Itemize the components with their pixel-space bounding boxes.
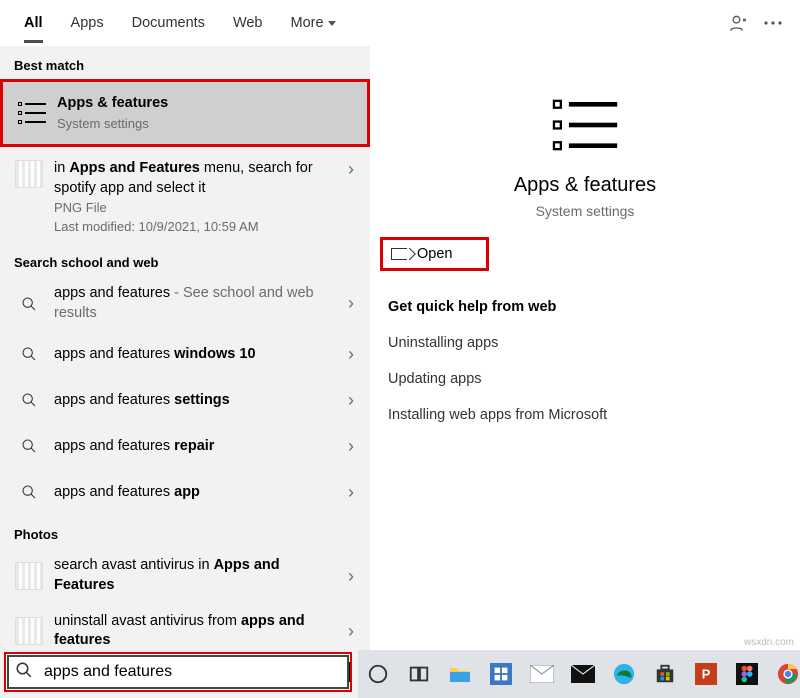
search-icon	[14, 431, 44, 461]
feedback-icon[interactable]	[722, 6, 756, 40]
quick-help-link-2[interactable]: Installing web apps from Microsoft	[380, 397, 790, 433]
search-icon	[6, 661, 42, 684]
tab-apps[interactable]: Apps	[57, 2, 118, 43]
file-result-title: in Apps and Features menu, search for sp…	[54, 159, 342, 198]
tab-documents[interactable]: Documents	[118, 2, 219, 43]
watermark: wsxdn.com	[744, 637, 794, 648]
chevron-right-icon[interactable]: ›	[342, 566, 360, 587]
more-options-icon[interactable]	[756, 6, 790, 40]
edge-icon[interactable]	[611, 661, 636, 687]
results-panel: Best match Apps & features System settin…	[0, 46, 370, 698]
section-best-match: Best match	[0, 46, 370, 79]
png-thumbnail-icon	[14, 159, 44, 189]
open-label: Open	[417, 246, 452, 262]
chevron-right-icon[interactable]: ›	[342, 390, 360, 411]
preview-apps-features-icon	[540, 90, 630, 160]
section-photos: Photos	[0, 515, 370, 548]
best-match-title: Apps & features	[57, 94, 357, 114]
preview-panel: Apps & features System settings Open Get…	[370, 46, 800, 698]
search-icon	[14, 385, 44, 415]
web-result-text: apps and features - See school and web r…	[54, 284, 342, 323]
search-icon	[14, 289, 44, 319]
web-result-0[interactable]: apps and features - See school and web r…	[0, 276, 370, 331]
mail-black-icon[interactable]	[571, 661, 596, 687]
chevron-right-icon[interactable]: ›	[342, 621, 360, 642]
text-caret	[349, 662, 350, 682]
web-result-text: apps and features windows 10	[54, 345, 342, 365]
quick-help-link-0[interactable]: Uninstalling apps	[380, 325, 790, 361]
chevron-right-icon[interactable]: ›	[342, 159, 360, 180]
preview-title: Apps & features	[380, 174, 790, 197]
web-result-1[interactable]: apps and features windows 10 ›	[0, 331, 370, 377]
web-result-2[interactable]: apps and features settings ›	[0, 377, 370, 423]
chevron-right-icon[interactable]: ›	[342, 482, 360, 503]
chevron-right-icon[interactable]: ›	[342, 436, 360, 457]
web-result-text: apps and features repair	[54, 437, 342, 457]
web-result-3[interactable]: apps and features repair ›	[0, 423, 370, 469]
powerpoint-icon[interactable]: P	[693, 661, 718, 687]
file-explorer-icon[interactable]	[448, 661, 473, 687]
chevron-down-icon	[328, 21, 336, 26]
png-thumbnail-icon	[14, 561, 44, 591]
chevron-right-icon[interactable]: ›	[342, 344, 360, 365]
chevron-right-icon[interactable]: ›	[342, 293, 360, 314]
apps-features-icon	[17, 98, 47, 128]
web-result-text: apps and features app	[54, 483, 342, 503]
taskbar: P	[358, 650, 800, 698]
task-view-icon[interactable]	[407, 661, 432, 687]
search-input[interactable]	[42, 662, 349, 682]
photo-result-1[interactable]: uninstall avast antivirus from apps and …	[0, 604, 370, 659]
photo-result-text: uninstall avast antivirus from apps and …	[54, 612, 342, 651]
photo-result-text: search avast antivirus in Apps and Featu…	[54, 556, 342, 595]
open-icon	[391, 248, 407, 260]
ms-store-icon[interactable]	[652, 661, 677, 687]
best-match-subtitle: System settings	[57, 115, 357, 133]
web-result-4[interactable]: apps and features app ›	[0, 469, 370, 515]
search-box[interactable]	[4, 652, 352, 692]
file-result-modified: Last modified: 10/9/2021, 10:59 AM	[54, 218, 342, 236]
file-result-type: PNG File	[54, 199, 342, 217]
search-icon	[14, 339, 44, 369]
tab-more[interactable]: More	[277, 2, 350, 43]
quick-help-link-1[interactable]: Updating apps	[380, 361, 790, 397]
search-icon	[14, 477, 44, 507]
quick-help-header: Get quick help from web	[380, 271, 790, 325]
svg-text:P: P	[701, 667, 710, 682]
photo-result-0[interactable]: search avast antivirus in Apps and Featu…	[0, 548, 370, 603]
web-result-text: apps and features settings	[54, 391, 342, 411]
tab-web[interactable]: Web	[219, 2, 277, 43]
open-button[interactable]: Open	[380, 237, 489, 271]
figma-icon[interactable]	[734, 661, 759, 687]
cortana-icon[interactable]	[366, 661, 391, 687]
best-match-result[interactable]: Apps & features System settings	[0, 79, 370, 147]
section-school-web: Search school and web	[0, 243, 370, 276]
mail-white-icon[interactable]	[530, 661, 555, 687]
search-scope-tabs: All Apps Documents Web More	[0, 0, 800, 46]
chrome-icon[interactable]	[775, 661, 800, 687]
png-thumbnail-icon	[14, 616, 44, 646]
tab-all[interactable]: All	[10, 2, 57, 43]
preview-subtitle: System settings	[380, 203, 790, 219]
store-tile-icon[interactable]	[489, 661, 514, 687]
file-result[interactable]: in Apps and Features menu, search for sp…	[0, 147, 370, 243]
